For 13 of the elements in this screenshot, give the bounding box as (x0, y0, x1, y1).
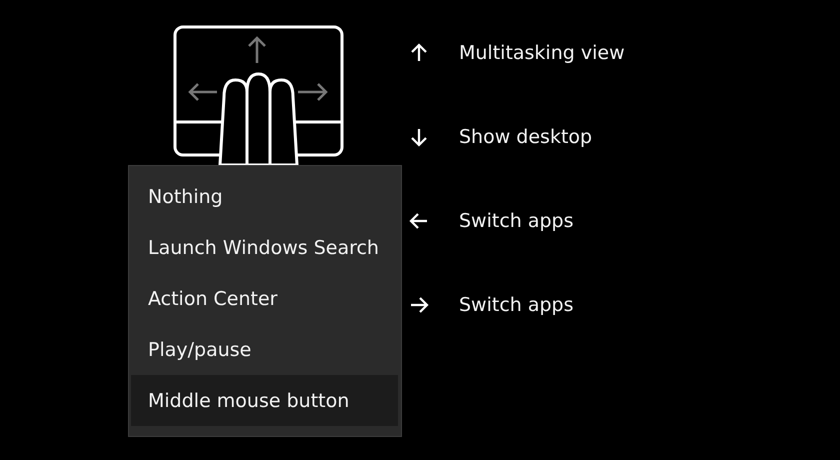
up-arrow-icon (409, 43, 429, 63)
down-arrow-icon (409, 127, 429, 147)
menu-item[interactable]: Launch Windows Search (131, 222, 398, 273)
right-arrow-icon (409, 295, 429, 315)
left-arrow-icon (409, 211, 429, 231)
menu-item[interactable]: Middle mouse button (131, 375, 398, 426)
menu-item[interactable]: Nothing (131, 171, 398, 222)
menu-item[interactable]: Action Center (131, 273, 398, 324)
gesture-label: Show desktop (459, 125, 592, 150)
gesture-label: Switch apps (459, 293, 574, 318)
gesture-label: Multitasking view (459, 41, 625, 66)
menu-item[interactable]: Play/pause (131, 324, 398, 375)
gesture-label: Switch apps (459, 209, 574, 234)
